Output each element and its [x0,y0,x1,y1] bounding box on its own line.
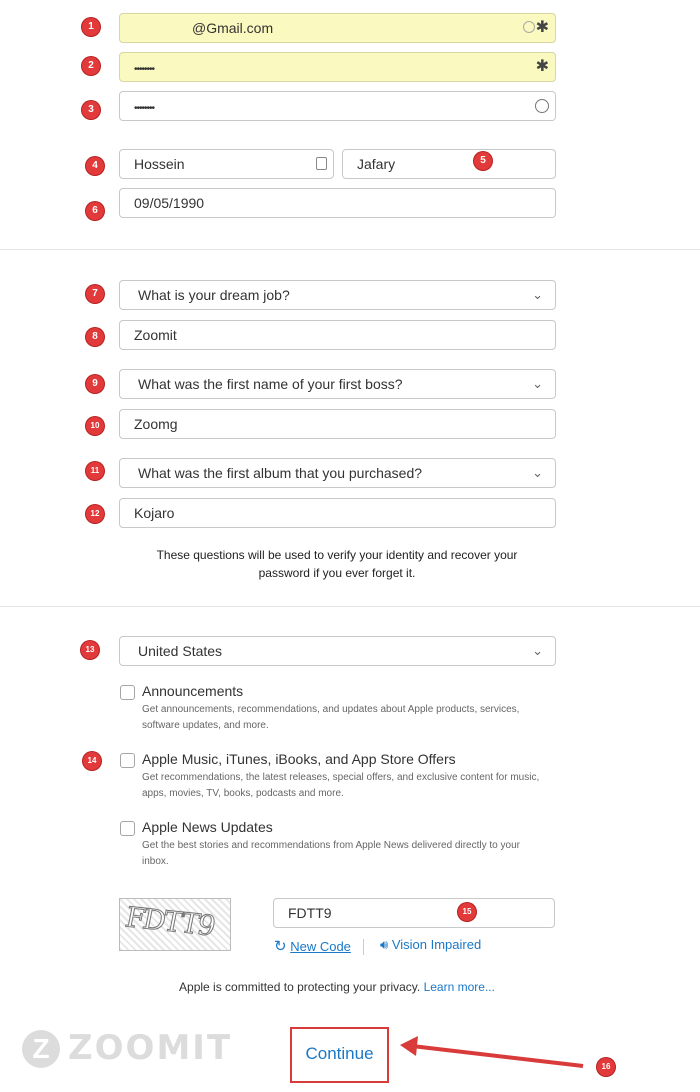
annotation-badge-5: 5 [474,152,492,170]
captcha-input-value: FDTT9 [288,905,332,921]
security-question-1-value: What is your dream job? [138,287,290,303]
security-note-line-2: password if you ever forget it. [258,566,416,580]
confirm-password-value: •••••••• [134,103,155,114]
announcements-checkbox[interactable] [120,685,135,700]
password-manager-icon[interactable] [535,99,549,113]
annotation-badge-3: 3 [82,101,100,119]
password-field[interactable]: •••••••• ✱ [119,52,556,82]
apple-offers-checkbox[interactable] [120,753,135,768]
email-value: @Gmail.com [192,20,274,36]
security-answer-2-field[interactable]: Zoomg [119,409,556,439]
security-question-2-value: What was the first name of your first bo… [138,376,403,392]
security-answer-1-value: Zoomit [134,327,177,343]
learn-more-link[interactable]: Learn more... [424,980,495,994]
last-name-value: Jafary [357,156,396,172]
annotation-badge-13: 13 [81,641,99,659]
annotation-badge-16: 16 [597,1058,615,1076]
chevron-down-icon: ⌄ [532,465,543,480]
captcha-input[interactable]: FDTT9 [273,898,555,928]
annotation-badge-7: 7 [86,285,104,303]
refresh-icon: ↻ [274,938,287,955]
vision-impaired-label: Vision Impaired [391,937,482,952]
vision-impaired-button[interactable]: 🔊︎ Vision Impaired [380,937,481,957]
email-field[interactable]: @Gmail.com ✱ [119,13,556,43]
country-select[interactable]: United States ⌄ [119,636,556,666]
autofill-icon [523,21,535,33]
security-note-line-1: These questions will be used to verify y… [156,548,518,562]
security-answer-3-value: Kojaro [134,505,175,521]
first-name-value: Hossein [134,156,185,172]
annotation-badge-14: 14 [83,752,101,770]
captcha-image: FDTT9 [119,898,231,951]
security-question-1-select[interactable]: What is your dream job? ⌄ [119,280,556,310]
announcements-title: Announcements [142,683,244,699]
annotation-badge-6: 6 [86,202,104,220]
annotation-badge-2: 2 [82,57,100,75]
zoomit-logo-icon: Z [22,1030,60,1068]
continue-button[interactable]: Continue [292,1029,387,1081]
annotation-badge-10: 10 [86,417,104,435]
required-icon: ✱ [535,58,549,75]
speaker-icon: 🔊︎ [380,937,389,952]
security-question-3-select[interactable]: What was the first album that you purcha… [119,458,556,488]
contact-card-icon[interactable] [316,157,327,170]
apple-news-title: Apple News Updates [142,819,273,835]
apple-offers-description: Get recommendations, the latest releases… [142,772,540,799]
captcha-link-separator [363,939,364,955]
captcha-image-text: FDTT9 [126,900,215,943]
annotation-badge-9: 9 [86,375,104,393]
birthday-value: 09/05/1990 [134,195,205,211]
annotation-badge-4: 4 [86,157,104,175]
chevron-down-icon: ⌄ [532,376,543,391]
country-value: United States [138,643,223,659]
chevron-down-icon: ⌄ [532,643,543,658]
first-name-field[interactable]: Hossein [119,149,334,179]
annotation-badge-8: 8 [86,328,104,346]
annotation-badge-11: 11 [86,462,104,480]
annotation-badge-1: 1 [82,18,100,36]
apple-offers-title: Apple Music, iTunes, iBooks, and App Sto… [142,751,456,767]
announcements-description: Get announcements, recommendations, and … [142,704,520,731]
privacy-text: Apple is committed to protecting your pr… [179,980,424,994]
chevron-down-icon: ⌄ [532,287,543,302]
required-icon: ✱ [535,19,549,36]
last-name-field[interactable]: Jafary [342,149,556,179]
watermark-text: ZOOMIT [68,1028,233,1068]
security-answer-2-value: Zoomg [134,416,178,432]
confirm-password-field[interactable]: •••••••• [119,91,556,121]
annotation-badge-12: 12 [86,505,104,523]
password-value: •••••••• [134,64,155,75]
birthday-field[interactable]: 09/05/1990 [119,188,556,218]
security-answer-1-field[interactable]: Zoomit [119,320,556,350]
privacy-note: Apple is committed to protecting your pr… [0,980,674,994]
section-divider [0,606,700,607]
apple-news-description: Get the best stories and recommendations… [142,840,520,867]
security-answer-3-field[interactable]: Kojaro [119,498,556,528]
security-question-3-value: What was the first album that you purcha… [138,465,423,481]
new-code-label: New Code [290,939,351,954]
section-divider [0,249,700,250]
annotation-badge-15: 15 [458,903,476,921]
security-question-2-select[interactable]: What was the first name of your first bo… [119,369,556,399]
apple-news-checkbox[interactable] [120,821,135,836]
security-note: These questions will be used to verify y… [120,546,554,582]
new-code-button[interactable]: ↻ New Code [274,937,351,957]
